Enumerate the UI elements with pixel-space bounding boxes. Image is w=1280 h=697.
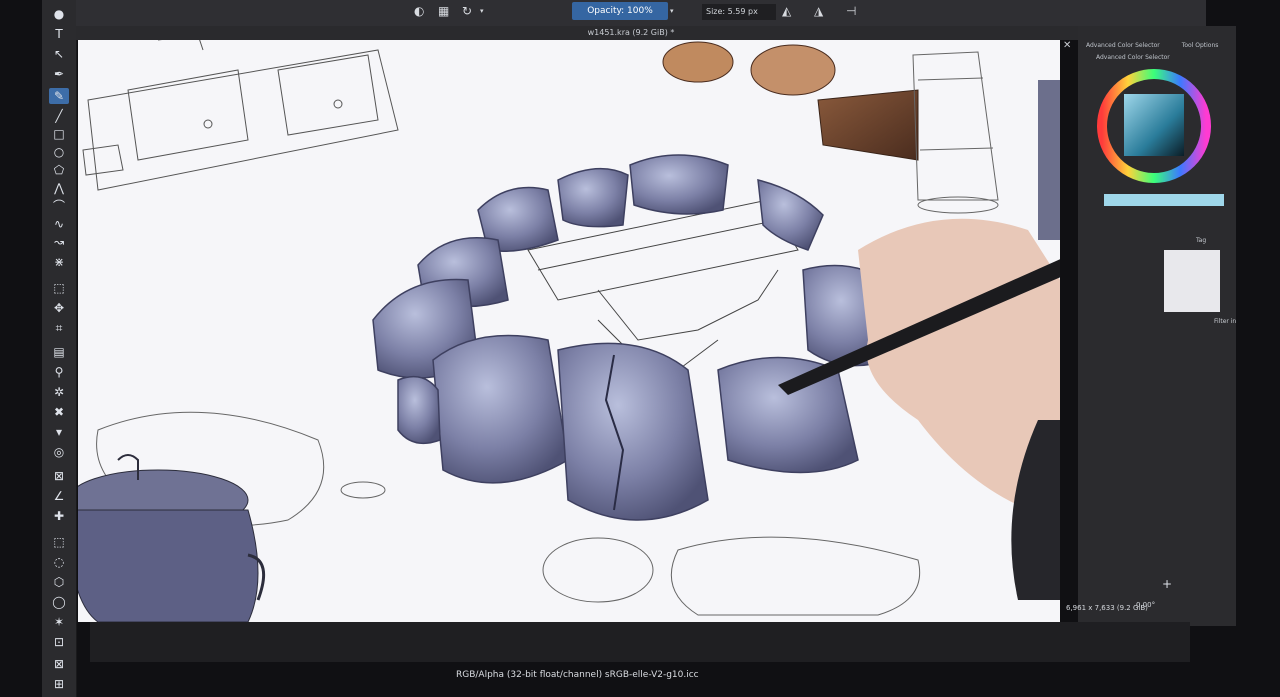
tab-tool-options[interactable]: Tool Options <box>1182 42 1219 49</box>
select-shape-tool-icon[interactable]: ↖ <box>49 46 69 62</box>
polygon-select-tool-icon[interactable]: ⬡ <box>49 574 69 590</box>
ellipse-tool-icon[interactable]: ○ <box>49 144 69 160</box>
close-document-icon[interactable]: ✕ <box>1063 40 1071 51</box>
colorize-mask-tool-icon[interactable]: ✲ <box>49 384 69 400</box>
alpha-lock-icon[interactable]: ▦ <box>438 4 449 18</box>
opacity-slider[interactable]: Opacity: 100% <box>572 2 668 20</box>
similar-select-tool-icon[interactable]: ⊡ <box>49 634 69 650</box>
toolbox: ● T ↖ ✒ ✎ ╱ □ ○ ⬠ ⋀ ⌒ ∿ ↝ ⋇ ⬚ ✥ ⌗ ▤ ⚲ ✲ … <box>42 0 77 697</box>
reference-tool-icon[interactable]: ✚ <box>49 508 69 524</box>
drawing-canvas[interactable] <box>78 40 1060 622</box>
sketch-barrel <box>912 51 999 214</box>
eyedropper-tool-icon[interactable]: ⚲ <box>49 364 69 380</box>
freehand-brush-tool-icon[interactable]: ✎ <box>49 88 69 104</box>
calligraphy-tool-icon[interactable]: ✒ <box>49 66 69 82</box>
line-tool-icon[interactable]: ╱ <box>49 108 69 124</box>
sketch-firewood <box>527 199 799 371</box>
enclose-fill-tool-icon[interactable]: ◎ <box>49 444 69 460</box>
tab-advanced-color-selector[interactable]: Advanced Color Selector <box>1086 42 1160 49</box>
assistant-tool-icon[interactable]: ⊠ <box>49 468 69 484</box>
tool-options-bar: ◐ ▦ ↻ ▾ Opacity: 100% ▾ Size: 5.59 px ◭ … <box>76 0 1206 27</box>
measure-tool-icon[interactable]: ∠ <box>49 488 69 504</box>
mirror-vertical-icon[interactable]: ◮ <box>814 4 823 18</box>
cooking-pot <box>78 454 266 622</box>
rectangle-select-tool-icon[interactable]: ⬚ <box>49 534 69 550</box>
size-slider[interactable]: Size: 5.59 px <box>702 4 776 20</box>
mirror-horizontal-icon[interactable]: ◭ <box>782 4 791 18</box>
fill-tool-icon[interactable]: ▾ <box>49 424 69 440</box>
smart-patch-tool-icon[interactable]: ✖ <box>49 404 69 420</box>
add-icon[interactable]: + <box>1162 577 1172 591</box>
krita-logo-icon: ● <box>53 7 65 21</box>
gradient-tool-icon[interactable]: ▤ <box>49 344 69 360</box>
bezier-select-tool-icon[interactable]: ⊠ <box>49 656 69 672</box>
docker-subtitle: Advanced Color Selector <box>1096 54 1170 61</box>
freehand-select-tool-icon[interactable]: ◯ <box>49 594 69 610</box>
crop-tool-icon[interactable]: ⌗ <box>49 320 69 336</box>
ellipse-select-tool-icon[interactable]: ◌ <box>49 554 69 570</box>
dynamic-brush-tool-icon[interactable]: ↝ <box>49 234 69 250</box>
chevron-down-icon[interactable]: ▾ <box>480 7 484 15</box>
rectangle-tool-icon[interactable]: □ <box>49 126 69 142</box>
bezier-tool-icon[interactable]: ⌒ <box>49 198 69 214</box>
eraser-mode-icon[interactable]: ◐ <box>414 4 424 18</box>
move-tool-icon[interactable]: ✥ <box>49 300 69 316</box>
polygon-tool-icon[interactable]: ⬠ <box>49 162 69 178</box>
saturation-value-square[interactable] <box>1124 94 1184 156</box>
brush-presets-grid[interactable] <box>1164 250 1220 312</box>
status-bar <box>90 622 1190 662</box>
reload-preset-icon[interactable]: ↻ <box>462 4 472 18</box>
sketch-crates <box>82 40 399 191</box>
right-docker-panel <box>1078 26 1236 626</box>
text-tool-icon[interactable]: T <box>49 26 69 42</box>
document-title: w1451.kra (9.2 GiB) * <box>76 26 1186 40</box>
polyline-tool-icon[interactable]: ⋀ <box>49 180 69 196</box>
contiguous-select-tool-icon[interactable]: ✶ <box>49 614 69 630</box>
magnetic-select-tool-icon[interactable]: ⊞ <box>49 676 69 692</box>
rotation-label: 0.00° <box>1136 601 1156 609</box>
color-space-label: RGB/Alpha (32-bit float/channel) sRGB-el… <box>456 670 699 680</box>
panel-tabs: Advanced Color Selector Tool Options <box>1086 42 1236 54</box>
transform-tool-icon[interactable]: ⬚ <box>49 280 69 296</box>
freehand-path-tool-icon[interactable]: ∿ <box>49 216 69 232</box>
opacity-chevron-icon[interactable]: ▾ <box>670 7 674 15</box>
rock-pillar <box>1038 80 1060 240</box>
artwork-svg <box>78 40 1060 622</box>
filter-label[interactable]: Filter in <box>1214 318 1236 325</box>
multibrush-tool-icon[interactable]: ⋇ <box>49 254 69 270</box>
tag-label[interactable]: Tag <box>1196 237 1206 244</box>
wood-logs <box>662 41 919 161</box>
wrap-around-icon[interactable]: ⊣ <box>846 4 856 18</box>
color-slider[interactable] <box>1104 194 1224 206</box>
